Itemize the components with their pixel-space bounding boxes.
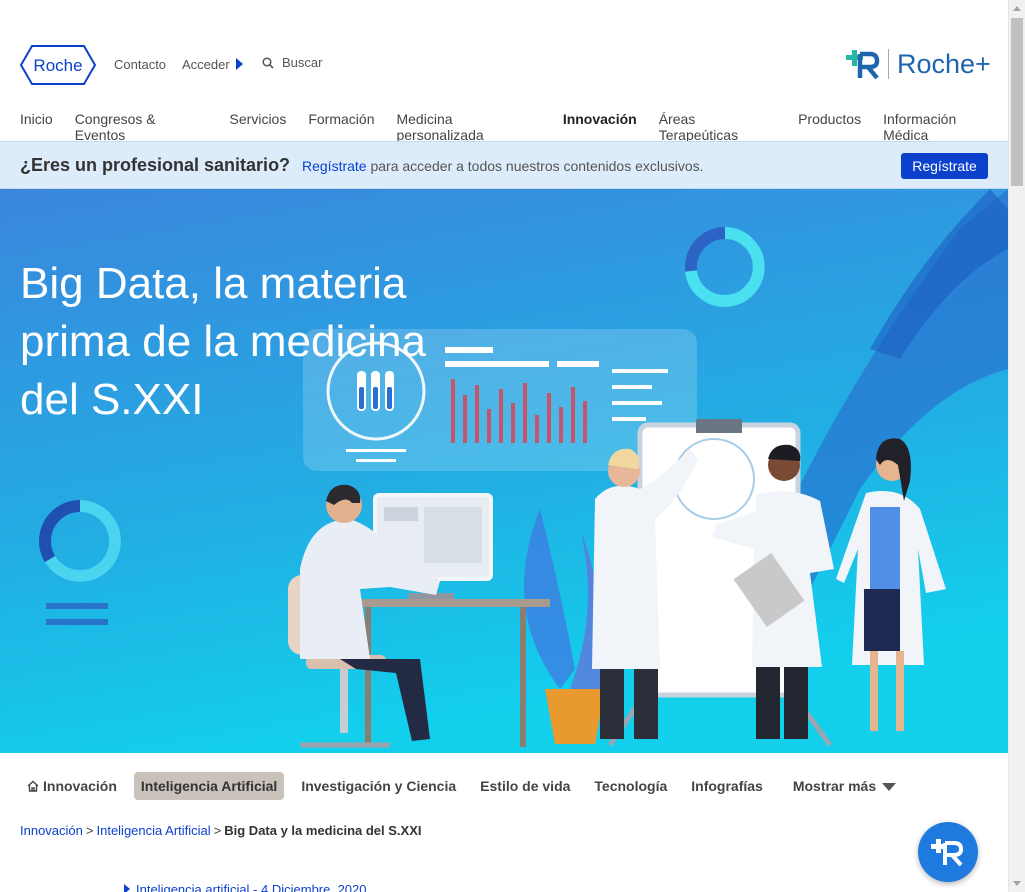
caret-right-icon	[124, 884, 130, 892]
tab-label: Inteligencia Artificial	[140, 778, 278, 794]
tab-1[interactable]: Inteligencia Artificial	[133, 772, 285, 800]
tab-6[interactable]: Mostrar más	[786, 772, 903, 800]
nav-item-6[interactable]: Áreas Terapeúticas	[659, 111, 776, 143]
breadcrumb-separator: >	[85, 823, 94, 838]
professional-question: ¿Eres un profesional sanitario?	[20, 155, 291, 175]
register-button[interactable]: Regístrate	[901, 153, 988, 179]
tab-label: Tecnología	[594, 778, 668, 794]
professional-message: Regístrate para acceder a todos nuestros…	[302, 158, 704, 174]
tab-label: Infografías	[691, 778, 763, 794]
scrollbar-thumb[interactable]	[1011, 18, 1023, 186]
nav-item-5[interactable]: Innovación	[563, 111, 637, 143]
search-trigger[interactable]: Buscar	[262, 55, 322, 70]
tab-4[interactable]: Tecnología	[587, 772, 674, 800]
roche-plus-floating-button[interactable]	[918, 822, 978, 882]
article-meta[interactable]: Inteligencia artificial - 4 Diciembre, 2…	[124, 882, 367, 892]
nav-item-4[interactable]: Medicina personalizada	[396, 111, 540, 143]
tab-label: Innovación	[43, 778, 117, 794]
roche-logo-text: Roche	[33, 56, 82, 75]
register-link[interactable]: Regístrate	[302, 158, 367, 174]
main-nav: Inicio Congresos & Eventos Servicios Formac…	[20, 111, 1025, 143]
nav-item-2[interactable]: Servicios	[230, 111, 287, 143]
nav-item-8[interactable]: Información Médica	[883, 111, 1003, 143]
nav-item-3[interactable]: Formación	[308, 111, 374, 143]
professional-message-text: para acceder a todos nuestros contenidos…	[366, 158, 704, 174]
tab-3[interactable]: Estilo de vida	[473, 772, 577, 800]
tab-label: Investigación y Ciencia	[301, 778, 457, 794]
professional-banner: ¿Eres un profesional sanitario? Regístra…	[0, 141, 1008, 189]
scroll-down-icon[interactable]	[1013, 881, 1021, 886]
contacto-link[interactable]: Contacto	[114, 57, 166, 72]
tab-5[interactable]: Infografías	[684, 772, 770, 800]
nav-item-7[interactable]: Productos	[798, 111, 861, 143]
article-meta-text: Inteligencia artificial - 4 Diciembre, 2…	[136, 882, 367, 892]
page-scrollbar[interactable]	[1008, 0, 1025, 892]
roche-plus-label: Roche+	[888, 49, 991, 79]
roche-plus-icon	[931, 839, 963, 867]
tab-label: Estilo de vida	[480, 778, 571, 794]
chevron-down-icon	[882, 783, 897, 791]
roche-logo[interactable]: Roche	[20, 45, 96, 85]
search-label: Buscar	[282, 55, 323, 70]
breadcrumb-item-inteligencia-artificial[interactable]: Inteligencia Artificial	[96, 823, 210, 838]
hero-banner: Big Data, la materia prima de la medicin…	[0, 189, 1008, 753]
breadcrumb-current: Big Data y la medicina del S.XXI	[224, 823, 422, 838]
nav-item-0[interactable]: Inicio	[20, 111, 53, 143]
search-icon	[262, 56, 274, 69]
top-bar: Roche Contacto Acceder Buscar Roche+	[0, 40, 1008, 90]
tab-0[interactable]: Innovación	[20, 772, 124, 800]
tab-2[interactable]: Investigación y Ciencia	[294, 772, 463, 800]
home-icon	[27, 780, 39, 792]
tab-label: Mostrar más	[792, 778, 877, 794]
acceder-link[interactable]: Acceder	[182, 57, 243, 72]
roche-plus-icon	[846, 50, 880, 80]
hero-title: Big Data, la materia prima de la medicin…	[20, 259, 426, 424]
category-tabs: Innovación Inteligencia Artificial Investi…	[20, 771, 913, 801]
scroll-up-icon[interactable]	[1013, 6, 1021, 11]
caret-right-icon	[235, 58, 243, 70]
acceder-label: Acceder	[182, 57, 230, 72]
breadcrumb-separator: >	[213, 823, 222, 838]
roche-plus-link[interactable]: Roche+	[846, 48, 991, 80]
nav-item-1[interactable]: Congresos & Eventos	[75, 111, 208, 143]
breadcrumb-item-innovacion[interactable]: Innovación	[20, 823, 83, 838]
breadcrumb: Innovación > Inteligencia Artificial > Big D…	[20, 823, 421, 838]
